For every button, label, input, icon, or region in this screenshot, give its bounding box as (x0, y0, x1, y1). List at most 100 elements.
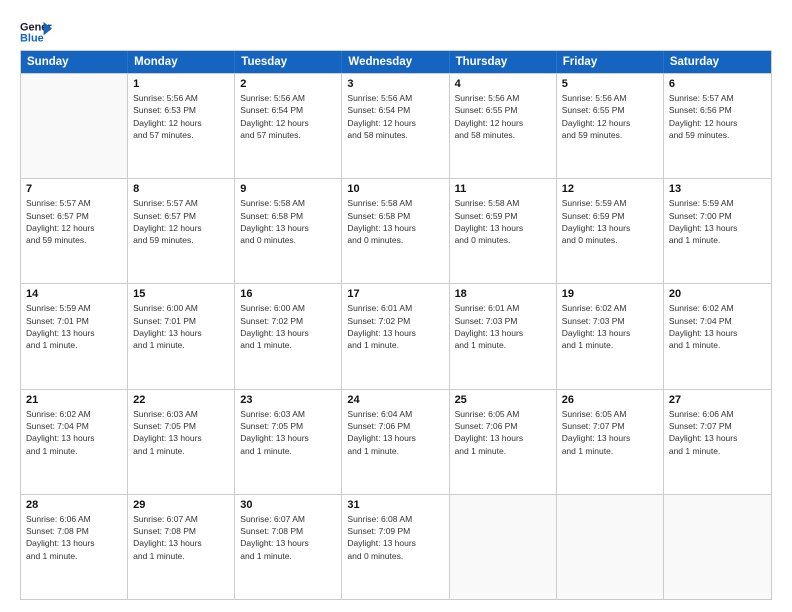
day-number: 20 (669, 288, 766, 300)
day-number: 13 (669, 183, 766, 195)
day-number: 11 (455, 183, 551, 195)
calendar-cell: 22Sunrise: 6:03 AM Sunset: 7:05 PM Dayli… (128, 390, 235, 494)
day-info: Sunrise: 5:56 AM Sunset: 6:54 PM Dayligh… (240, 92, 336, 141)
day-info: Sunrise: 6:00 AM Sunset: 7:01 PM Dayligh… (133, 302, 229, 351)
calendar-cell: 10 Sunrise: 5:58 AM Sunset: 6:58 PM Dayli… (342, 179, 449, 283)
calendar-cell: 14 Sunrise: 5:59 AM Sunset: 7:01 PM Dayli… (21, 284, 128, 388)
day-number: 28 (26, 499, 122, 511)
calendar-cell: 27Sunrise: 6:06 AM Sunset: 7:07 PM Dayli… (664, 390, 771, 494)
day-info: Sunrise: 6:01 AM Sunset: 7:02 PM Dayligh… (347, 302, 443, 351)
day-number: 18 (455, 288, 551, 300)
calendar-row: 7 Sunrise: 5:57 AM Sunset: 6:57 PM Daylig… (21, 178, 771, 283)
day-number: 19 (562, 288, 658, 300)
weekday-header: Thursday (450, 51, 557, 73)
day-info: Sunrise: 6:05 AM Sunset: 7:06 PM Dayligh… (455, 408, 551, 457)
day-number: 21 (26, 394, 122, 406)
day-info: Sunrise: 6:04 AM Sunset: 7:06 PM Dayligh… (347, 408, 443, 457)
day-number: 10 (347, 183, 443, 195)
calendar-cell: 4Sunrise: 5:56 AM Sunset: 6:55 PM Daylig… (450, 74, 557, 178)
day-number: 2 (240, 78, 336, 90)
day-info: Sunrise: 5:56 AM Sunset: 6:53 PM Dayligh… (133, 92, 229, 141)
weekday-header: Tuesday (235, 51, 342, 73)
day-number: 25 (455, 394, 551, 406)
calendar-cell: 7 Sunrise: 5:57 AM Sunset: 6:57 PM Daylig… (21, 179, 128, 283)
day-info: Sunrise: 6:08 AM Sunset: 7:09 PM Dayligh… (347, 513, 443, 562)
svg-text:Blue: Blue (20, 32, 44, 44)
day-info: Sunrise: 6:07 AM Sunset: 7:08 PM Dayligh… (240, 513, 336, 562)
day-number: 30 (240, 499, 336, 511)
day-number: 29 (133, 499, 229, 511)
calendar-cell: 6 Sunrise: 5:57 AM Sunset: 6:56 PM Daylig… (664, 74, 771, 178)
calendar-cell: 9 Sunrise: 5:58 AM Sunset: 6:58 PM Daylig… (235, 179, 342, 283)
day-number: 1 (133, 78, 229, 90)
calendar-cell (450, 495, 557, 599)
calendar-header: SundayMondayTuesdayWednesdayThursdayFrid… (21, 51, 771, 73)
day-number: 17 (347, 288, 443, 300)
calendar-cell: 21 Sunrise: 6:02 AM Sunset: 7:04 PM Dayli… (21, 390, 128, 494)
day-info: Sunrise: 5:56 AM Sunset: 6:55 PM Dayligh… (455, 92, 551, 141)
calendar-cell: 11 Sunrise: 5:58 AM Sunset: 6:59 PM Dayli… (450, 179, 557, 283)
calendar-cell (21, 74, 128, 178)
day-number: 15 (133, 288, 229, 300)
day-info: Sunrise: 5:58 AM Sunset: 6:58 PM Dayligh… (240, 197, 336, 246)
day-info: Sunrise: 6:06 AM Sunset: 7:07 PM Dayligh… (669, 408, 766, 457)
day-info: Sunrise: 5:56 AM Sunset: 6:55 PM Dayligh… (562, 92, 658, 141)
day-info: Sunrise: 5:57 AM Sunset: 6:56 PM Dayligh… (669, 92, 766, 141)
calendar-cell: 26Sunrise: 6:05 AM Sunset: 7:07 PM Dayli… (557, 390, 664, 494)
weekday-header: Sunday (21, 51, 128, 73)
calendar-cell: 13Sunrise: 5:59 AM Sunset: 7:00 PM Dayli… (664, 179, 771, 283)
calendar-cell: 16 Sunrise: 6:00 AM Sunset: 7:02 PM Dayli… (235, 284, 342, 388)
day-info: Sunrise: 6:02 AM Sunset: 7:04 PM Dayligh… (26, 408, 122, 457)
calendar-row: 21 Sunrise: 6:02 AM Sunset: 7:04 PM Dayli… (21, 389, 771, 494)
day-info: Sunrise: 5:58 AM Sunset: 6:59 PM Dayligh… (455, 197, 551, 246)
day-info: Sunrise: 6:00 AM Sunset: 7:02 PM Dayligh… (240, 302, 336, 351)
day-number: 9 (240, 183, 336, 195)
calendar-body: 1 Sunrise: 5:56 AM Sunset: 6:53 PM Daylig… (21, 73, 771, 599)
day-number: 24 (347, 394, 443, 406)
day-info: Sunrise: 5:59 AM Sunset: 6:59 PM Dayligh… (562, 197, 658, 246)
day-info: Sunrise: 6:03 AM Sunset: 7:05 PM Dayligh… (240, 408, 336, 457)
day-info: Sunrise: 6:02 AM Sunset: 7:04 PM Dayligh… (669, 302, 766, 351)
weekday-header: Saturday (664, 51, 771, 73)
calendar-cell: 30 Sunrise: 6:07 AM Sunset: 7:08 PM Dayli… (235, 495, 342, 599)
day-number: 14 (26, 288, 122, 300)
calendar-row: 14 Sunrise: 5:59 AM Sunset: 7:01 PM Dayli… (21, 283, 771, 388)
day-info: Sunrise: 6:07 AM Sunset: 7:08 PM Dayligh… (133, 513, 229, 562)
day-number: 3 (347, 78, 443, 90)
calendar-cell: 19 Sunrise: 6:02 AM Sunset: 7:03 PM Dayli… (557, 284, 664, 388)
page: General Blue SundayMondayTuesdayWednesda… (0, 0, 792, 612)
day-number: 7 (26, 183, 122, 195)
calendar-row: 28Sunrise: 6:06 AM Sunset: 7:08 PM Dayli… (21, 494, 771, 599)
weekday-header: Friday (557, 51, 664, 73)
calendar: SundayMondayTuesdayWednesdayThursdayFrid… (20, 50, 772, 600)
calendar-cell: 28Sunrise: 6:06 AM Sunset: 7:08 PM Dayli… (21, 495, 128, 599)
weekday-header: Monday (128, 51, 235, 73)
logo-icon: General Blue (20, 18, 52, 46)
calendar-cell: 5 Sunrise: 5:56 AM Sunset: 6:55 PM Daylig… (557, 74, 664, 178)
calendar-cell: 1 Sunrise: 5:56 AM Sunset: 6:53 PM Daylig… (128, 74, 235, 178)
day-number: 31 (347, 499, 443, 511)
day-info: Sunrise: 5:57 AM Sunset: 6:57 PM Dayligh… (133, 197, 229, 246)
day-number: 12 (562, 183, 658, 195)
day-info: Sunrise: 5:58 AM Sunset: 6:58 PM Dayligh… (347, 197, 443, 246)
calendar-cell: 29 Sunrise: 6:07 AM Sunset: 7:08 PM Dayli… (128, 495, 235, 599)
day-info: Sunrise: 6:05 AM Sunset: 7:07 PM Dayligh… (562, 408, 658, 457)
day-number: 22 (133, 394, 229, 406)
calendar-cell: 12 Sunrise: 5:59 AM Sunset: 6:59 PM Dayli… (557, 179, 664, 283)
calendar-cell: 8 Sunrise: 5:57 AM Sunset: 6:57 PM Daylig… (128, 179, 235, 283)
day-info: Sunrise: 6:02 AM Sunset: 7:03 PM Dayligh… (562, 302, 658, 351)
day-info: Sunrise: 6:01 AM Sunset: 7:03 PM Dayligh… (455, 302, 551, 351)
calendar-cell: 20 Sunrise: 6:02 AM Sunset: 7:04 PM Dayli… (664, 284, 771, 388)
day-number: 8 (133, 183, 229, 195)
calendar-cell (664, 495, 771, 599)
calendar-cell (557, 495, 664, 599)
day-number: 23 (240, 394, 336, 406)
calendar-cell: 3Sunrise: 5:56 AM Sunset: 6:54 PM Daylig… (342, 74, 449, 178)
calendar-cell: 2 Sunrise: 5:56 AM Sunset: 6:54 PM Daylig… (235, 74, 342, 178)
day-info: Sunrise: 5:57 AM Sunset: 6:57 PM Dayligh… (26, 197, 122, 246)
day-number: 5 (562, 78, 658, 90)
day-number: 16 (240, 288, 336, 300)
day-number: 6 (669, 78, 766, 90)
day-info: Sunrise: 5:59 AM Sunset: 7:01 PM Dayligh… (26, 302, 122, 351)
calendar-cell: 23 Sunrise: 6:03 AM Sunset: 7:05 PM Dayli… (235, 390, 342, 494)
